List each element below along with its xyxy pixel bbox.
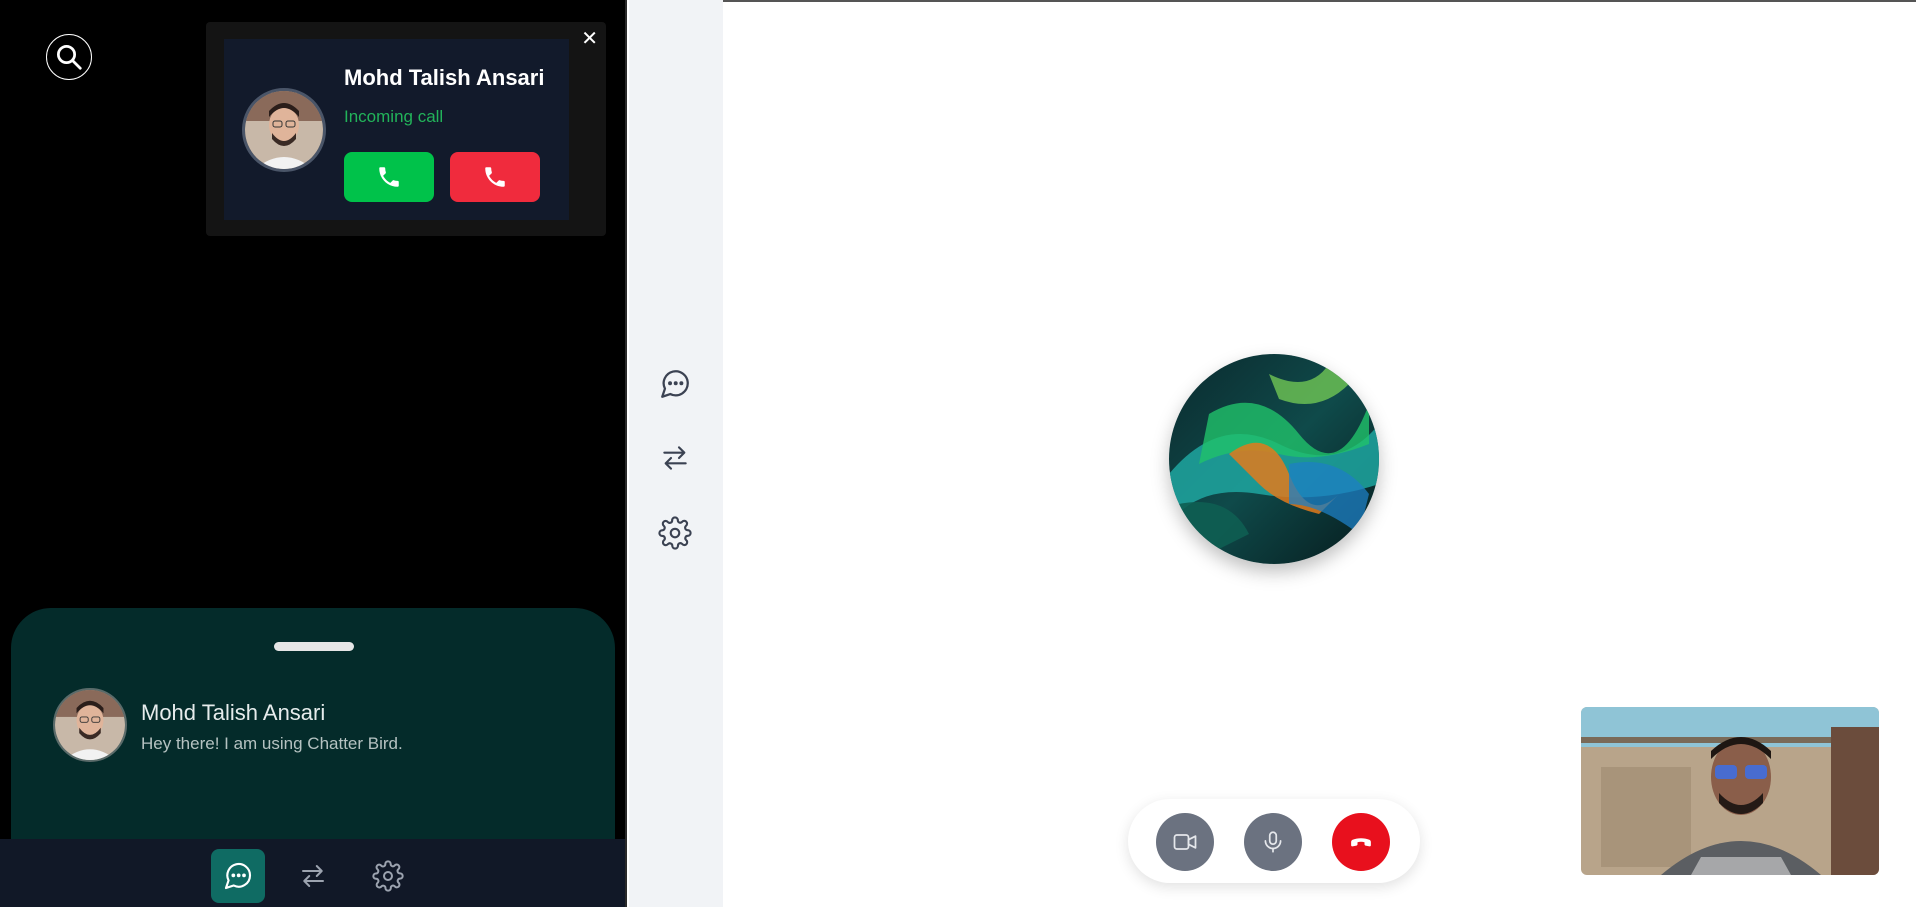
settings-icon — [658, 516, 692, 550]
end-call-button[interactable] — [1332, 813, 1390, 871]
nav-item-swap[interactable] — [286, 849, 340, 903]
call-status-label: Incoming call — [344, 107, 444, 126]
sidebar-item-settings[interactable] — [655, 513, 695, 553]
phone-hangup-icon — [485, 167, 505, 187]
self-video-preview — [1581, 707, 1879, 875]
video-call-area — [723, 0, 1916, 907]
contact-name: Mohd Talish Ansari — [141, 700, 326, 725]
contact-avatar — [53, 688, 127, 762]
nav-item-chats[interactable] — [211, 849, 265, 903]
swap-icon — [302, 865, 324, 887]
sheet-drag-handle[interactable] — [274, 642, 354, 651]
chat-icon — [224, 862, 252, 890]
incoming-call-popup: ✕ Mohd Talish Ansari Incoming call — [206, 22, 606, 236]
accept-call-button[interactable] — [344, 152, 434, 202]
caller-name: Mohd Talish Ansari — [344, 65, 545, 90]
end-call-icon — [1351, 838, 1371, 847]
toggle-video-button[interactable] — [1156, 813, 1214, 871]
decline-call-button[interactable] — [450, 152, 540, 202]
bottom-nav-bar — [0, 839, 625, 907]
remote-user-avatar — [1169, 354, 1379, 564]
search-icon — [57, 45, 82, 70]
contact-bottom-sheet: Mohd Talish Ansari Hey there! I am using… — [11, 608, 615, 868]
sidebar-item-chats[interactable] — [655, 364, 695, 404]
chat-icon — [661, 370, 689, 398]
contact-status-message: Hey there! I am using Chatter Bird. — [141, 734, 403, 753]
nav-item-settings[interactable] — [361, 849, 415, 903]
desktop-sidebar — [629, 0, 723, 907]
settings-icon — [372, 860, 404, 892]
sidebar-item-swap[interactable] — [655, 438, 695, 478]
swap-icon — [663, 446, 687, 470]
microphone-icon — [1264, 831, 1282, 853]
toggle-mic-button[interactable] — [1244, 813, 1302, 871]
incoming-call-card: Mohd Talish Ansari Incoming call — [224, 39, 569, 220]
caller-avatar — [242, 88, 326, 172]
phone-icon — [379, 167, 399, 187]
video-camera-icon — [1173, 834, 1197, 850]
close-icon[interactable]: ✕ — [581, 28, 598, 48]
call-controls-bar — [1128, 799, 1420, 883]
search-button[interactable] — [46, 34, 92, 80]
mobile-panel: ✕ Mohd Talish Ansari Incoming call Mohd … — [0, 0, 627, 907]
